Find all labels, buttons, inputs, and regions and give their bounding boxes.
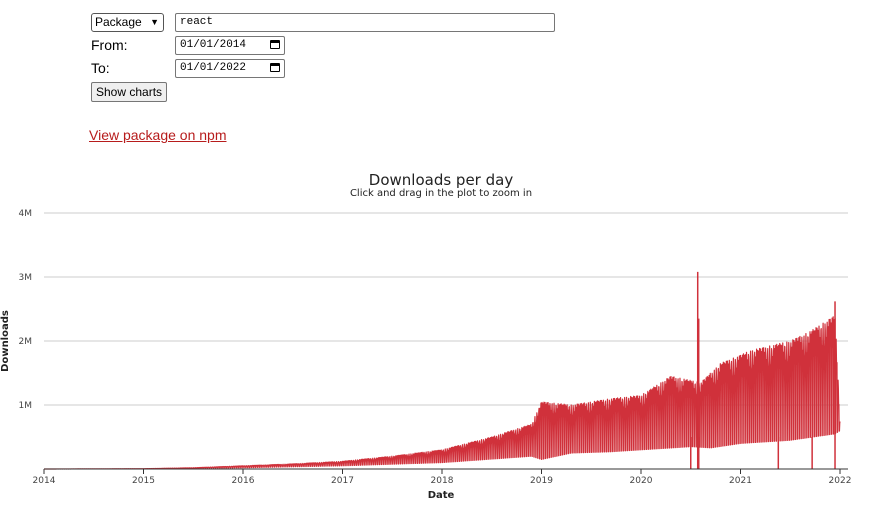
downloads-chart[interactable]: Downloads per day Click and drag in the … (0, 0, 880, 515)
chart-subtitle: Click and drag in the plot to zoom in (350, 188, 532, 199)
x-tick-label: 2017 (331, 476, 354, 486)
y-tick-label: 2M (19, 337, 33, 347)
y-tick-label: 3M (19, 273, 33, 283)
x-tick-label: 2014 (33, 476, 56, 486)
series-line (43, 316, 841, 470)
y-axis-label: Downloads (0, 310, 11, 372)
x-tick-label: 2021 (729, 476, 752, 486)
y-tick-label: 4M (19, 209, 33, 219)
x-tick-label: 2015 (132, 476, 155, 486)
chart-title: Downloads per day (369, 171, 514, 189)
x-tick-label: 2020 (630, 476, 653, 486)
x-tick-label: 2018 (431, 476, 454, 486)
y-tick-labels: 1M 2M 3M 4M (19, 209, 33, 411)
x-tick-label: 2016 (232, 476, 255, 486)
series-downloads (43, 271, 841, 470)
x-tick-labels: 2014 2015 2016 2017 2018 2019 2020 2021 2022 (33, 469, 852, 486)
x-tick-label: 2022 (829, 476, 852, 486)
y-tick-label: 1M (19, 401, 33, 411)
x-tick-label: 2019 (530, 476, 553, 486)
x-axis-label: Date (428, 490, 455, 501)
